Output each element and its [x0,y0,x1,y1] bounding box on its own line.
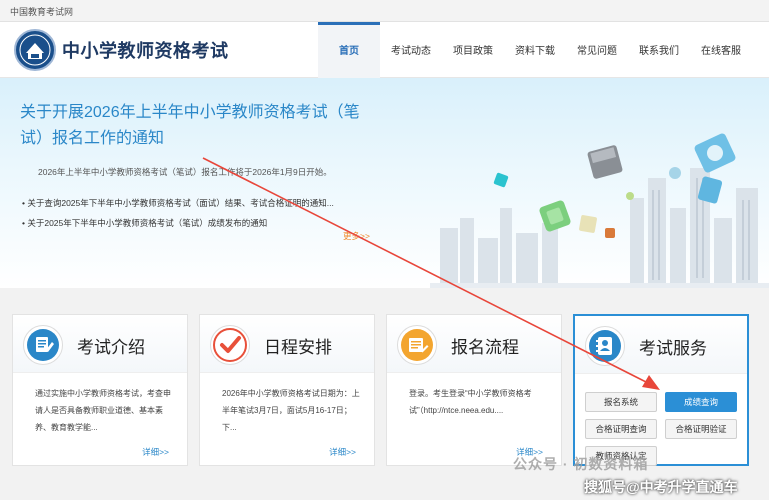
card-title[interactable]: 日程安排 [264,333,332,358]
card-exam-service: 考试服务 报名系统 成绩查询 合格证明查询 合格证明验证 教师资格认定 [573,314,749,466]
card-title[interactable]: 报名流程 [451,333,519,358]
banner-headline[interactable]: 关于开展2026年上半年中小学教师资格考试（笔试）报名工作的通知 [20,100,380,152]
card-text: 通过实施中小学教师资格考试，考查申请人是否具备教师职业道德、基本素养、教育教学能… [35,389,171,432]
news-item[interactable]: 关于2025年下半年中小学教师资格考试（笔试）成绩发布的通知 [22,213,334,233]
nav-downloads[interactable]: 资料下载 [504,22,566,78]
detail-link[interactable]: 详细>> [329,446,356,458]
nav-policy[interactable]: 项目政策 [442,22,504,78]
card-text: 2026年中小学教师资格考试日期为：上半年笔试3月7日，面试5月16-17日；下… [222,389,360,432]
news-item[interactable]: 关于查询2025年下半年中小学教师资格考试（面试）结果、考试合格证明的通知... [22,193,334,213]
check-icon [210,325,250,365]
nav-faq[interactable]: 常见问题 [566,22,628,78]
main-nav: 首页 考试动态 项目政策 资料下载 常见问题 联系我们 在线客服 [318,22,752,78]
nav-exam-news[interactable]: 考试动态 [380,22,442,78]
card-title[interactable]: 考试服务 [639,334,707,359]
nav-contact[interactable]: 联系我们 [628,22,690,78]
watermark-wechat: 公众号 · 初数资料箱 [513,456,649,472]
detail-link[interactable]: 详细>> [142,446,169,458]
card-title[interactable]: 考试介绍 [77,333,145,358]
card-exam-intro: 考试介绍 通过实施中小学教师资格考试，考查申请人是否具备教师职业道德、基本素养、… [12,314,188,466]
certificate-query-button[interactable]: 合格证明查询 [585,419,657,439]
address-book-icon [585,326,625,366]
watermark-sohu: 搜狐号@中考升学直通车 [584,479,738,495]
news-list: 关于查询2025年下半年中小学教师资格考试（面试）结果、考试合格证明的通知...… [22,193,334,233]
top-site-name[interactable]: 中国教育考试网 [10,5,73,18]
certificate-verify-button[interactable]: 合格证明验证 [665,419,737,439]
city-illustration [430,133,769,288]
banner-summary: 2026年上半年中小学教师资格考试（笔试）报名工作将于2026年1月9日开始。 [38,167,332,177]
hero-banner: 关于开展2026年上半年中小学教师资格考试（笔试）报名工作的通知 2026年上半… [0,78,769,288]
nav-online-service[interactable]: 在线客服 [690,22,752,78]
more-link[interactable]: 更多>> [343,230,370,242]
site-logo[interactable] [14,29,56,71]
score-query-button[interactable]: 成绩查询 [665,392,737,412]
registration-system-button[interactable]: 报名系统 [585,392,657,412]
site-header: 中小学教师资格考试 首页 考试动态 项目政策 资料下载 常见问题 联系我们 在线… [0,22,769,78]
card-schedule: 日程安排 2026年中小学教师资格考试日期为：上半年笔试3月7日，面试5月16-… [199,314,375,466]
card-text: 登录。考生登录“中小学教师资格考试”（http://ntce.neea.edu.… [409,389,532,415]
site-title: 中小学教师资格考试 [62,41,229,61]
top-strip: 中国教育考试网 [0,0,769,22]
document-icon [23,325,63,365]
nav-home[interactable]: 首页 [318,22,380,78]
form-icon [397,325,437,365]
card-registration-process: 报名流程 登录。考生登录“中小学教师资格考试”（http://ntce.neea… [386,314,562,466]
